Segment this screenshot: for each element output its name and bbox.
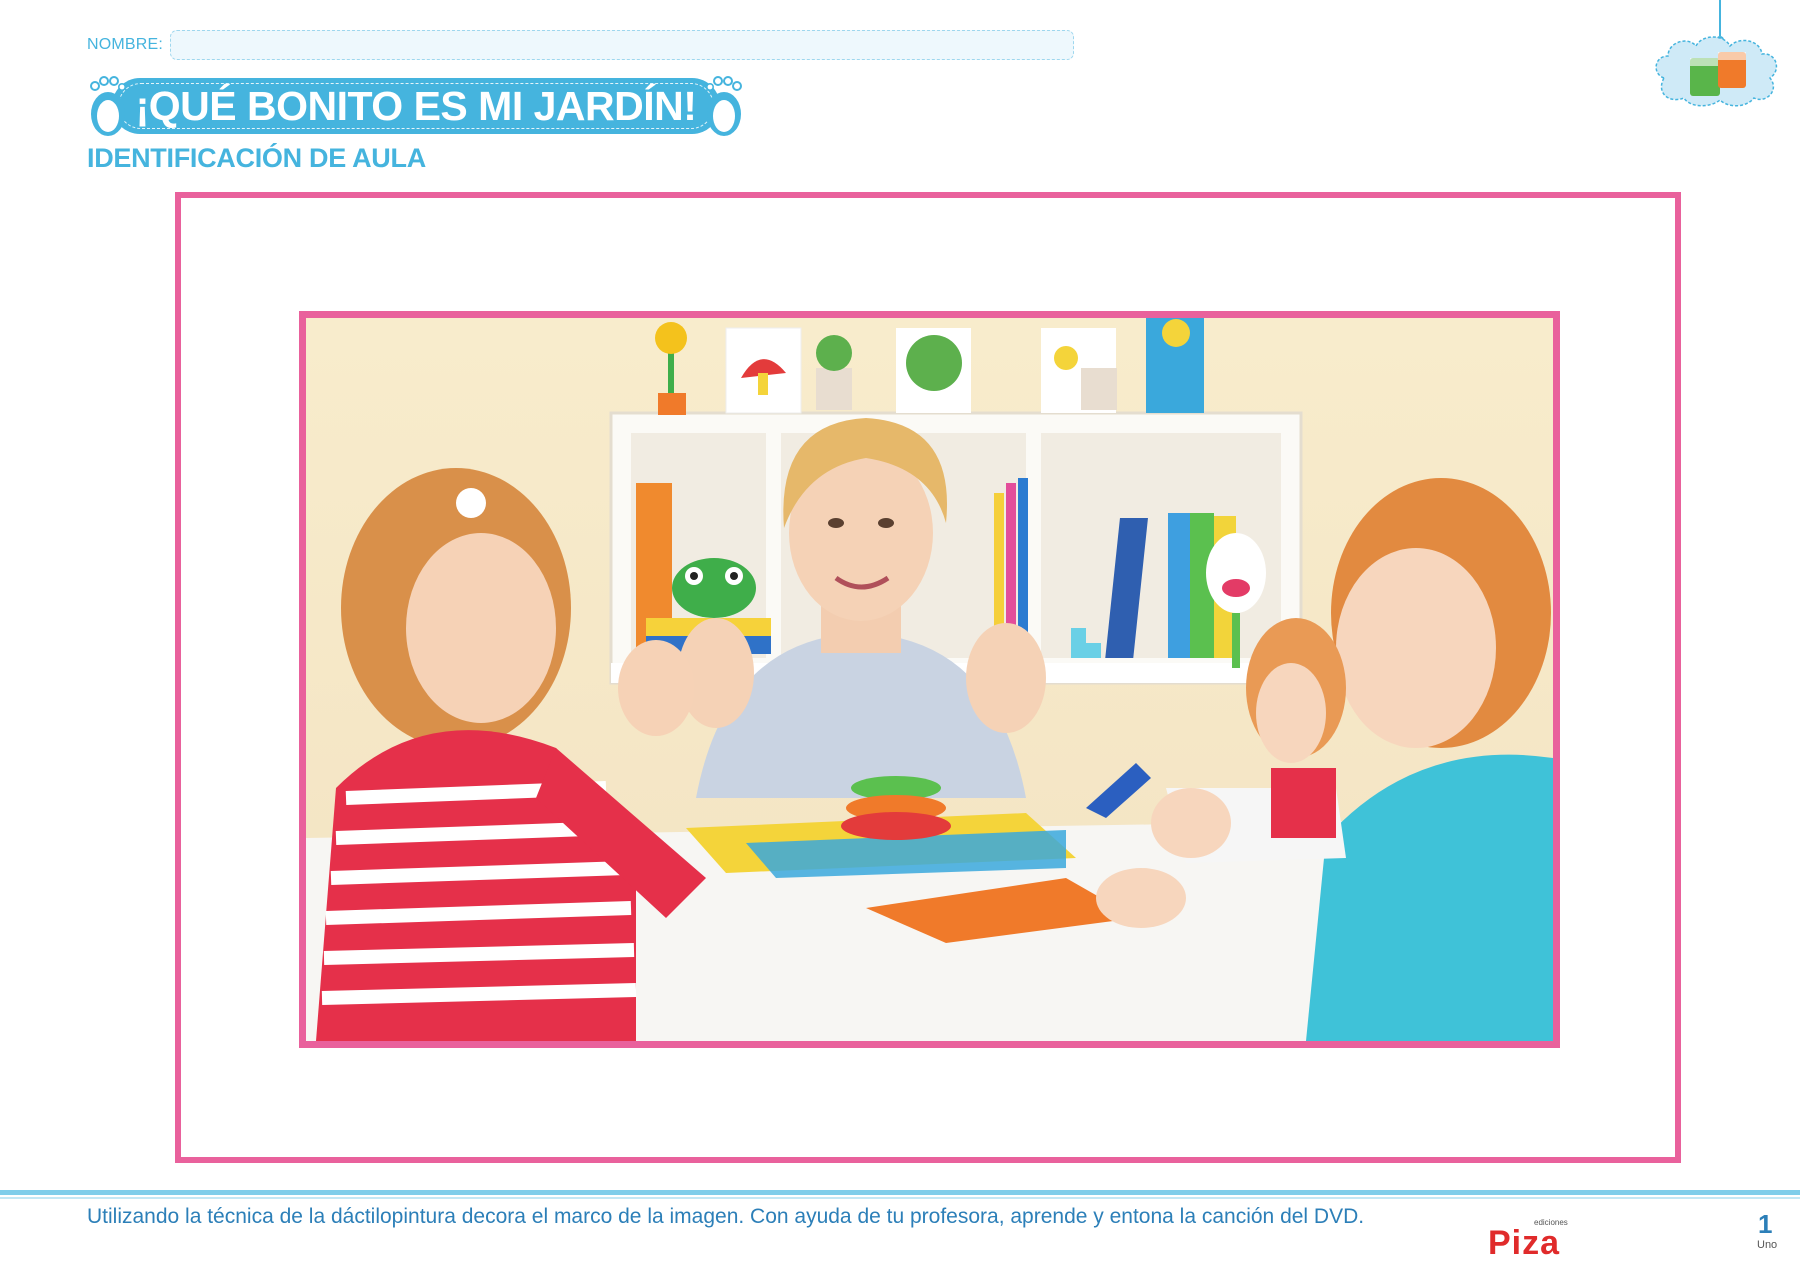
footprint-left-icon [90, 76, 126, 136]
page-number-word: Uno [1757, 1239, 1778, 1251]
name-field[interactable] [170, 30, 1075, 60]
publisher-logo: ediciones Piza [1488, 1218, 1578, 1262]
footer-divider-thin [0, 1197, 1800, 1199]
paint-pots-icon [1655, 0, 1778, 107]
page-title: ¡QUÉ BONITO ES MI JARDÍN! [135, 82, 697, 129]
name-label: NOMBRE: [87, 36, 164, 53]
title-banner: ¡QUÉ BONITO ES MI JARDÍN! [86, 74, 746, 138]
classroom-illustration [306, 318, 1553, 1041]
instruction-text: Utilizando la técnica de la dáctilopintu… [87, 1205, 1365, 1228]
page-subtitle: IDENTIFICACIÓN DE AULA [87, 143, 426, 173]
classroom-photo [299, 311, 1560, 1048]
footer-divider [0, 1190, 1800, 1195]
publisher-brand: Piza [1488, 1224, 1561, 1262]
page-number: 1 [1758, 1209, 1773, 1239]
name-row: NOMBRE: [87, 30, 1075, 60]
footprint-right-icon [706, 76, 742, 136]
